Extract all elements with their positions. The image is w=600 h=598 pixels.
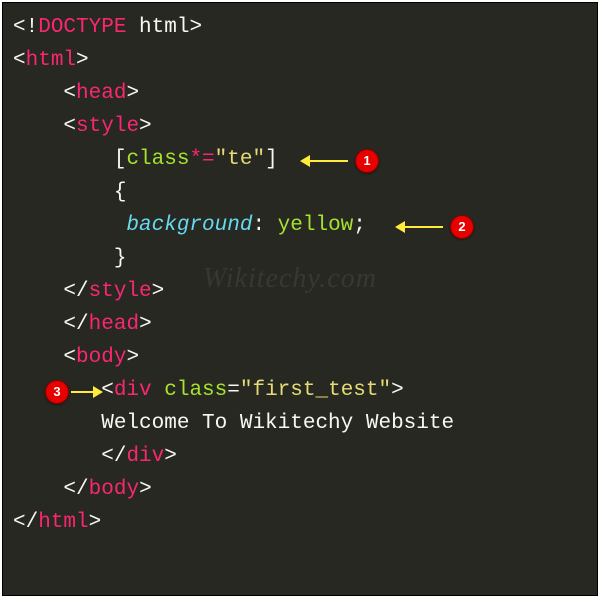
annotation-badge-1: 1	[355, 149, 379, 173]
css-value: yellow	[278, 214, 354, 237]
colon: :	[252, 214, 277, 237]
punct: <	[13, 49, 26, 72]
punct: <	[63, 82, 76, 105]
arrow-icon	[308, 160, 348, 162]
head-close-tag: head	[89, 313, 139, 336]
annotation-badge-3: 3	[45, 380, 69, 404]
code-screenshot: Wikitechy.com <!DOCTYPE html> <html> <he…	[2, 2, 598, 596]
body-tag: body	[76, 346, 126, 369]
punct: >	[126, 82, 139, 105]
indent	[13, 445, 101, 468]
brace: {	[114, 181, 127, 204]
indent	[13, 412, 101, 435]
indent	[13, 346, 63, 369]
style-close-tag: style	[89, 280, 152, 303]
div-close-tag: div	[126, 445, 164, 468]
punct: </	[63, 313, 88, 336]
class-value: "first_test"	[240, 379, 391, 402]
doctype-keyword: DOCTYPE	[38, 16, 126, 39]
indent	[13, 82, 63, 105]
equals: =	[227, 379, 240, 402]
body-close-tag: body	[89, 478, 139, 501]
indent	[13, 313, 63, 336]
arrow-icon	[71, 391, 95, 393]
code-block: <!DOCTYPE html> <html> <head> <style> [c…	[3, 3, 597, 547]
indent	[13, 247, 114, 270]
punct: </	[63, 478, 88, 501]
space	[152, 379, 165, 402]
punct: </	[63, 280, 88, 303]
div-tag: div	[114, 379, 152, 402]
punct: >	[139, 115, 152, 138]
punct: >	[189, 16, 202, 39]
punct: <	[63, 115, 76, 138]
indent	[13, 148, 114, 171]
brace: }	[114, 247, 127, 270]
punct: >	[126, 346, 139, 369]
attr-name: class	[126, 148, 189, 171]
css-property: background	[126, 214, 252, 237]
punct: >	[152, 280, 165, 303]
semicolon: ;	[353, 214, 366, 237]
arrow-icon	[403, 226, 443, 228]
bracket: [	[114, 148, 127, 171]
indent	[13, 181, 114, 204]
indent	[13, 478, 63, 501]
div-text: Welcome To Wikitechy Website	[101, 412, 454, 435]
style-tag: style	[76, 115, 139, 138]
punct: >	[391, 379, 404, 402]
indent	[13, 214, 126, 237]
punct: </	[101, 445, 126, 468]
punct: <	[63, 346, 76, 369]
punct: >	[76, 49, 89, 72]
punct: >	[89, 511, 102, 534]
punct: <!	[13, 16, 38, 39]
class-attr: class	[164, 379, 227, 402]
bracket: ]	[265, 148, 278, 171]
punct: <	[101, 379, 114, 402]
attr-string: "te"	[215, 148, 265, 171]
punct: >	[164, 445, 177, 468]
html-tag: html	[26, 49, 76, 72]
punct: >	[139, 478, 152, 501]
punct: </	[13, 511, 38, 534]
attr-operator: *=	[189, 148, 214, 171]
head-tag: head	[76, 82, 126, 105]
annotation-badge-2: 2	[450, 215, 474, 239]
doctype-text: html	[126, 16, 189, 39]
punct: >	[139, 313, 152, 336]
html-close-tag: html	[38, 511, 88, 534]
indent	[13, 115, 63, 138]
indent	[13, 280, 63, 303]
